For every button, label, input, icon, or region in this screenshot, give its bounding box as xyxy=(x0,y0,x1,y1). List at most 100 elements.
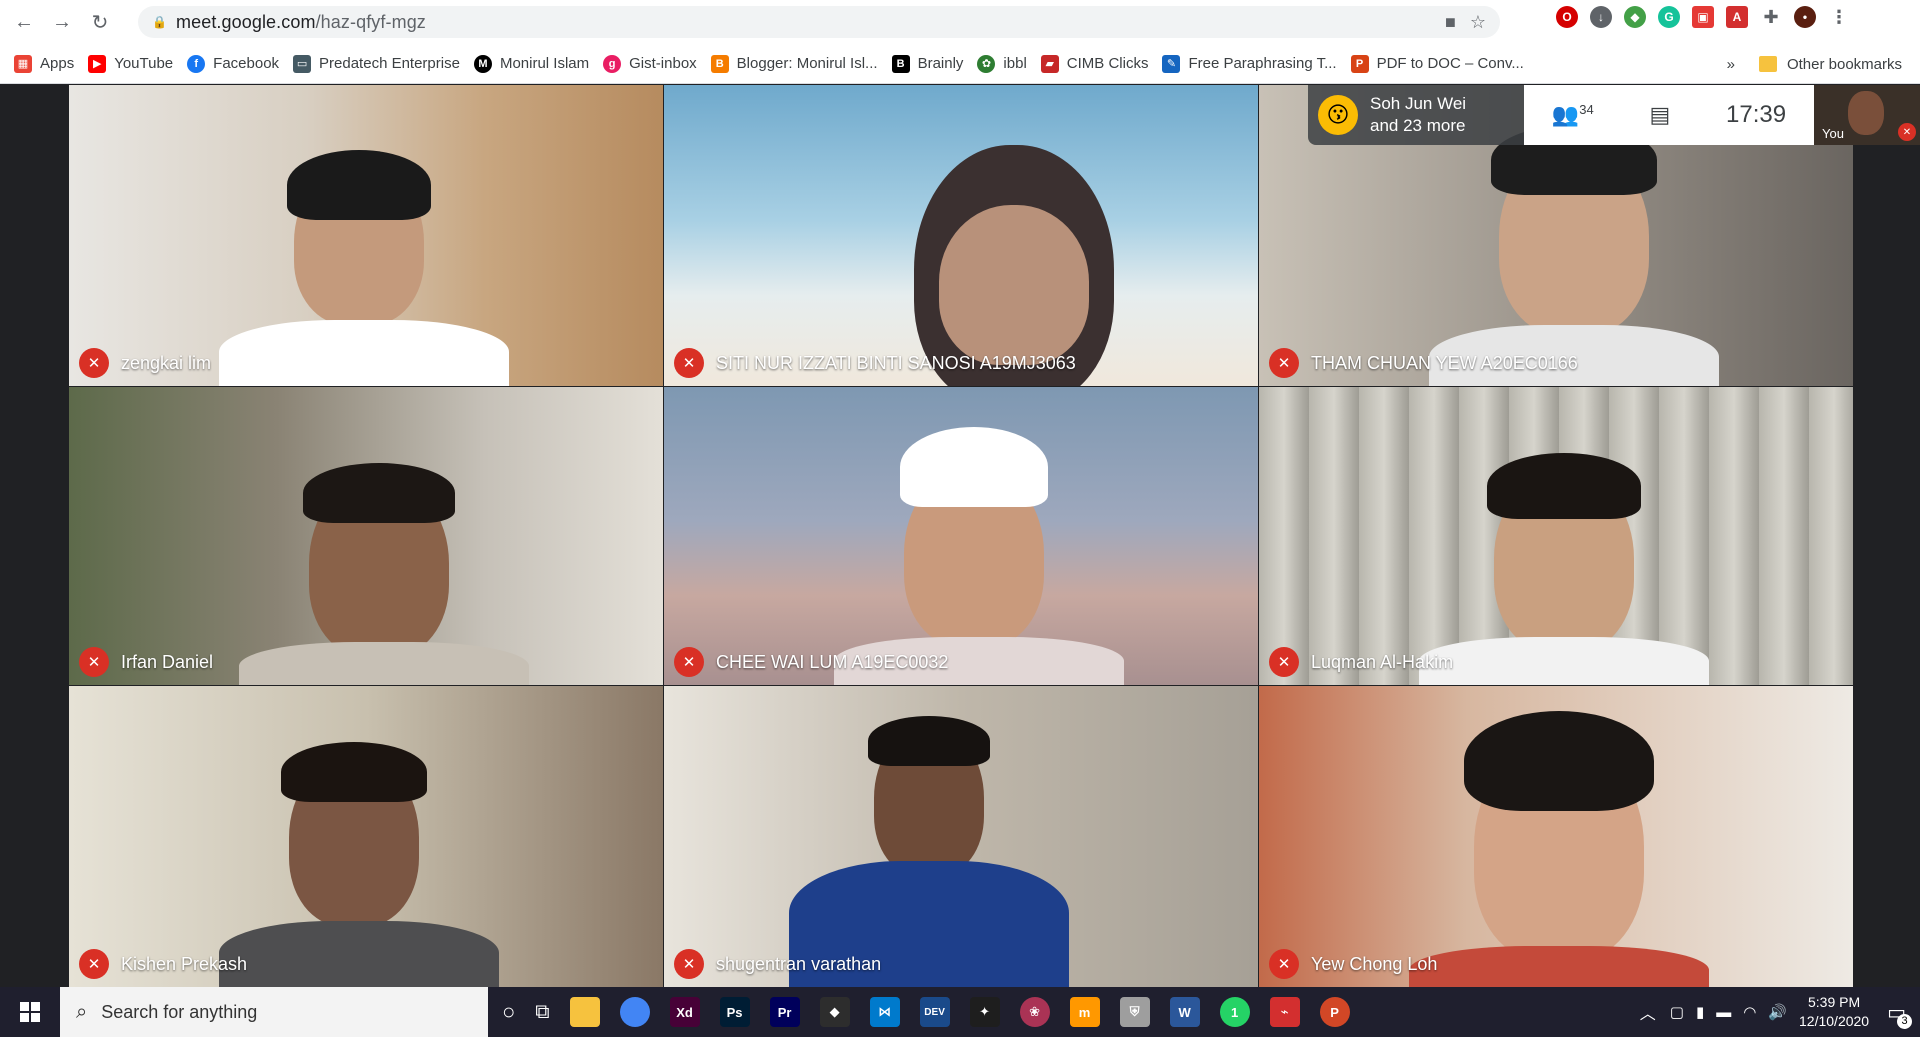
taskbar-clock[interactable]: 5:39 PM 12/10/2020 xyxy=(1799,993,1869,1031)
participant-label: ✕ Yew Chong Loh xyxy=(1269,949,1437,979)
camera-icon[interactable]: ■ xyxy=(1445,12,1456,33)
clock-date: 12/10/2020 xyxy=(1799,1013,1870,1029)
star-icon[interactable]: ☆ xyxy=(1470,12,1486,33)
bookmark-youtube[interactable]: ▶ YouTube xyxy=(88,54,173,73)
participant-tile[interactable]: ✕ Kishen Prekash xyxy=(69,686,663,987)
taskbar-search[interactable]: ⌕ Search for anything xyxy=(60,987,488,1037)
bookmark-apps[interactable]: ▦ Apps xyxy=(14,54,74,73)
map-ext-icon[interactable]: ◆ xyxy=(1624,6,1646,28)
participant-name: CHEE WAI LUM A19EC0032 xyxy=(716,651,949,672)
grammarly-icon[interactable]: G xyxy=(1658,6,1680,28)
menu-kebab-icon[interactable]: ⋮ xyxy=(1828,6,1850,28)
bookmark-facebook[interactable]: f Facebook xyxy=(187,54,279,73)
volume-icon[interactable]: 🔊 xyxy=(1768,1003,1787,1021)
profile-avatar[interactable]: • xyxy=(1794,6,1816,28)
participants-button[interactable]: 👥 34 xyxy=(1552,102,1594,128)
bookmark-monirul[interactable]: M Monirul Islam xyxy=(473,54,590,73)
puzzle-icon[interactable]: ✚ xyxy=(1760,6,1782,28)
participant-body xyxy=(219,921,499,987)
bookmark-gist[interactable]: g Gist-inbox xyxy=(603,54,697,73)
wifi-icon[interactable]: ◠ xyxy=(1743,1003,1756,1021)
whatsapp-icon[interactable]: 1 xyxy=(1219,997,1250,1027)
download-ext-icon[interactable]: ↓ xyxy=(1590,6,1612,28)
kite-icon[interactable]: ◆ xyxy=(819,997,850,1027)
battery-icon[interactable]: ▬ xyxy=(1716,1004,1731,1021)
bookmark-label: ibbl xyxy=(1003,55,1027,72)
ext-red-icon[interactable]: ▣ xyxy=(1692,6,1714,28)
self-view-tile[interactable]: You ✕ xyxy=(1814,85,1920,145)
bookmark-label: PDF to DOC – Conv... xyxy=(1376,55,1524,72)
bookmarks-overflow-button[interactable]: » xyxy=(1727,56,1735,73)
photoshop-icon[interactable]: Ps xyxy=(719,997,750,1027)
acrobat-ext-icon[interactable]: A xyxy=(1726,6,1748,28)
apps-grid-icon: ▦ xyxy=(14,54,32,73)
bookmark-brainly[interactable]: B Brainly xyxy=(891,54,964,73)
participant-tile[interactable]: ✕ Yew Chong Loh xyxy=(1259,686,1853,987)
premiere-icon[interactable]: Pr xyxy=(769,997,800,1027)
notification-count: 3 xyxy=(1897,1013,1912,1029)
other-bookmarks[interactable]: Other bookmarks xyxy=(1787,56,1902,73)
gist-icon: g xyxy=(603,54,622,73)
figma-icon[interactable]: ✦ xyxy=(969,997,1000,1027)
back-button[interactable]: ← xyxy=(10,8,38,36)
meeting-clock: 17:39 xyxy=(1726,101,1787,128)
bookmark-cimb[interactable]: ▰ CIMB Clicks xyxy=(1040,54,1148,73)
mic-off-icon: ✕ xyxy=(1269,647,1299,677)
self-face xyxy=(1848,91,1884,135)
mic-off-icon: ✕ xyxy=(79,949,109,979)
participant-name: Irfan Daniel xyxy=(121,651,214,672)
devcpp-icon[interactable]: DEV xyxy=(919,997,950,1027)
meet-video-grid: ✕ zengkai lim ✕ SITI NUR IZZATI BINTI SA… xyxy=(0,85,1920,987)
bookmark-label: Brainly xyxy=(917,55,964,72)
bookmark-paraphrasing[interactable]: ✎ Free Paraphrasing T... xyxy=(1162,54,1337,73)
extensions-bar: O ↓ ◆ G ▣ A ✚ • ⋮ xyxy=(1556,6,1850,28)
acrobat-icon[interactable]: ⌁ xyxy=(1269,997,1300,1027)
bookmark-blogger[interactable]: B Blogger: Monirul Isl... xyxy=(710,54,878,73)
camera-tray-icon[interactable]: ▢ xyxy=(1670,1003,1684,1021)
chat-button[interactable]: ▤ xyxy=(1650,102,1671,128)
participant-label: ✕ THAM CHUAN YEW A20EC0166 xyxy=(1269,348,1578,378)
file-explorer-icon[interactable] xyxy=(569,997,600,1027)
address-bar[interactable]: 🔒 meet.google.com/haz-qfyf-mgz ■ ☆ xyxy=(138,6,1500,38)
chrome-icon[interactable] xyxy=(619,997,650,1027)
action-center-button[interactable]: ▭ 3 xyxy=(1887,1000,1912,1029)
start-button[interactable] xyxy=(0,987,60,1037)
url-host: meet.google.com xyxy=(176,11,316,32)
mic-tray-icon[interactable]: ▮ xyxy=(1696,1003,1704,1021)
adobe-xd-icon[interactable]: Xd xyxy=(669,997,700,1027)
speaker-more: and 23 more xyxy=(1370,116,1466,135)
task-view-icon[interactable]: ⧉ xyxy=(535,1001,549,1024)
mic-off-icon: ✕ xyxy=(1269,348,1299,378)
chevron-up-icon[interactable]: ︿ xyxy=(1640,1000,1656,1024)
sublime-icon[interactable]: m xyxy=(1069,997,1100,1027)
participant-tile[interactable]: ✕ Luqman Al-Hakim xyxy=(1259,387,1853,685)
word-icon[interactable]: W xyxy=(1169,997,1200,1027)
speaker-text: Soh Jun Wei and 23 more xyxy=(1370,93,1466,137)
speaker-avatar: 😗 xyxy=(1318,95,1358,135)
opera-ext-icon[interactable]: O xyxy=(1556,6,1578,28)
participant-tile[interactable]: ✕ shugentran varathan xyxy=(664,686,1258,987)
cortana-icon[interactable]: ○ xyxy=(502,999,515,1025)
bookmark-label: Blogger: Monirul Isl... xyxy=(736,55,878,72)
bookmark-predatech[interactable]: ▭ Predatech Enterprise xyxy=(293,54,460,73)
participant-tile[interactable]: ✕ zengkai lim xyxy=(69,85,663,386)
participant-tile[interactable]: ✕ SITI NUR IZZATI BINTI SANOSI A19MJ3063 xyxy=(664,85,1258,386)
app-icon[interactable]: ❀ xyxy=(1019,997,1050,1027)
participant-body xyxy=(1419,637,1709,685)
speaker-name: Soh Jun Wei xyxy=(1370,94,1467,113)
powerpoint-icon[interactable]: P xyxy=(1319,997,1350,1027)
reload-button[interactable]: ↻ xyxy=(86,8,114,36)
participant-name: Yew Chong Loh xyxy=(1311,953,1438,974)
bookmark-label: Monirul Islam xyxy=(499,55,590,72)
vscode-icon[interactable]: ⋈ xyxy=(869,997,900,1027)
facebook-icon: f xyxy=(187,54,206,73)
bookmark-pdf-to-doc[interactable]: P PDF to DOC – Conv... xyxy=(1350,54,1524,73)
blogger-icon: B xyxy=(710,54,729,73)
folder-icon xyxy=(1758,56,1777,72)
security-icon[interactable]: ⛨ xyxy=(1119,997,1150,1027)
participant-tile[interactable]: ✕ CHEE WAI LUM A19EC0032 xyxy=(664,387,1258,685)
bookmark-ibbl[interactable]: ✿ ibbl xyxy=(977,54,1027,73)
forward-button[interactable]: → xyxy=(48,8,76,36)
participant-tile[interactable]: ✕ Irfan Daniel xyxy=(69,387,663,685)
mic-off-icon: ✕ xyxy=(1269,949,1299,979)
